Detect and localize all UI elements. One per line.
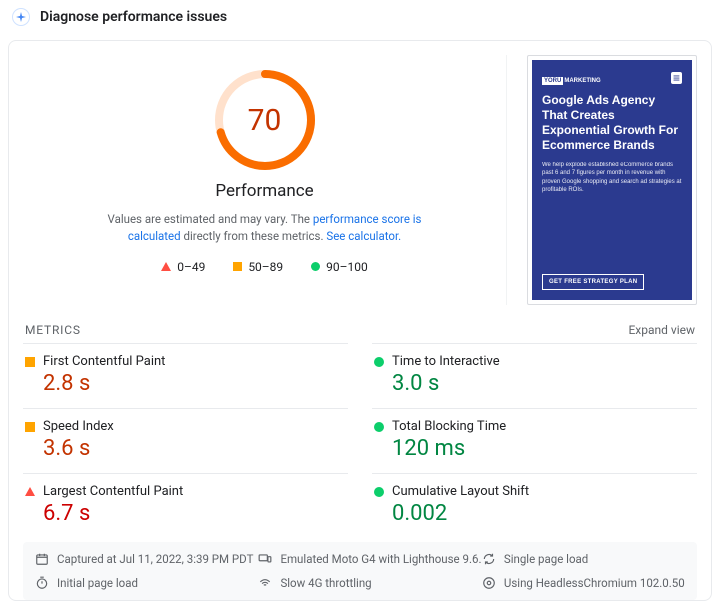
devices-icon: [258, 552, 272, 566]
preview-logo-2: MARKETING: [564, 78, 600, 84]
desc-text: Values are estimated and may vary. The: [108, 212, 313, 226]
env-initial: Initial page load: [35, 576, 258, 590]
metric-label: Total Blocking Time: [392, 419, 506, 434]
metric-2[interactable]: Speed Index 3.6 s: [23, 408, 348, 473]
circle-icon: [374, 422, 384, 432]
circle-icon: [374, 357, 384, 367]
triangle-icon: [161, 262, 171, 271]
expand-view-toggle[interactable]: Expand view: [628, 323, 695, 337]
metric-value: 120 ms: [392, 436, 695, 461]
metrics-heading: METRICS: [25, 323, 81, 337]
metric-5[interactable]: Cumulative Layout Shift 0.002: [372, 473, 697, 538]
metric-value: 3.6 s: [43, 436, 346, 461]
wifi-icon: [258, 576, 272, 590]
env-throttle: Slow 4G throttling: [258, 576, 481, 590]
preview-topbar: YORUMARKETING ≡: [542, 70, 682, 85]
metric-label: Cumulative Layout Shift: [392, 484, 529, 499]
performance-label: Performance: [215, 181, 313, 201]
performance-score: 70: [210, 65, 320, 175]
triangle-icon: [25, 487, 35, 496]
sync-icon: [482, 552, 496, 566]
env-emulated: Emulated Moto G4 with Lighthouse 9.6.2: [258, 552, 481, 566]
report-card: 70 Performance Values are estimated and …: [8, 40, 712, 601]
metric-label: Largest Contentful Paint: [43, 484, 183, 499]
legend-good: 90–100: [311, 260, 368, 274]
env-single: Single page load: [482, 552, 685, 566]
legend-avg: 50–89: [233, 260, 283, 274]
preview-subtext: We help explode established eCommerce br…: [542, 161, 682, 195]
env-captured: Captured at Jul 11, 2022, 3:39 PM PDT: [35, 552, 258, 566]
metric-3[interactable]: Total Blocking Time 120 ms: [372, 408, 697, 473]
square-icon: [233, 262, 242, 271]
section-header: Diagnose performance issues: [0, 0, 720, 34]
performance-gauge: 70: [210, 65, 320, 175]
metrics-grid: First Contentful Paint 2.8 s Time to Inter…: [23, 343, 697, 538]
metric-label: First Contentful Paint: [43, 354, 165, 369]
calculator-link[interactable]: See calculator.: [326, 229, 401, 243]
timer-icon: [35, 576, 49, 590]
preview-headline: Google Ads Agency That Creates Exponenti…: [542, 93, 682, 153]
metric-0[interactable]: First Contentful Paint 2.8 s: [23, 343, 348, 408]
circle-icon: [374, 487, 384, 497]
page-screenshot-preview: YORUMARKETING ≡ Google Ads Agency That C…: [527, 55, 697, 305]
performance-description: Values are estimated and may vary. The p…: [105, 211, 425, 246]
preview-cta: GET FREE STRATEGY PLAN: [542, 274, 644, 290]
section-title: Diagnose performance issues: [40, 9, 227, 25]
square-icon: [25, 357, 35, 367]
metric-label: Speed Index: [43, 419, 114, 434]
calendar-icon: [35, 552, 49, 566]
legend-poor: 0–49: [161, 260, 205, 274]
square-icon: [25, 422, 35, 432]
hamburger-icon: ≡: [671, 72, 682, 84]
circle-icon: [311, 262, 320, 271]
metric-value: 3.0 s: [392, 371, 695, 396]
diagnose-icon: [12, 8, 30, 26]
env-browser: Using HeadlessChromium 102.0.5005.115 wi…: [482, 576, 685, 590]
metric-label: Time to Interactive: [392, 354, 500, 369]
chrome-icon: [482, 576, 496, 590]
metric-value: 2.8 s: [43, 371, 346, 396]
metric-1[interactable]: Time to Interactive 3.0 s: [372, 343, 697, 408]
desc-text-2: directly from these metrics.: [181, 229, 327, 243]
environment-panel: Captured at Jul 11, 2022, 3:39 PM PDT Em…: [23, 542, 697, 600]
metric-value: 0.002: [392, 501, 695, 526]
metric-4[interactable]: Largest Contentful Paint 6.7 s: [23, 473, 348, 538]
score-legend: 0–49 50–89 90–100: [161, 260, 368, 274]
preview-logo-1: YORU: [542, 77, 563, 85]
metric-value: 6.7 s: [43, 501, 346, 526]
performance-gauge-column: 70 Performance Values are estimated and …: [23, 55, 507, 305]
